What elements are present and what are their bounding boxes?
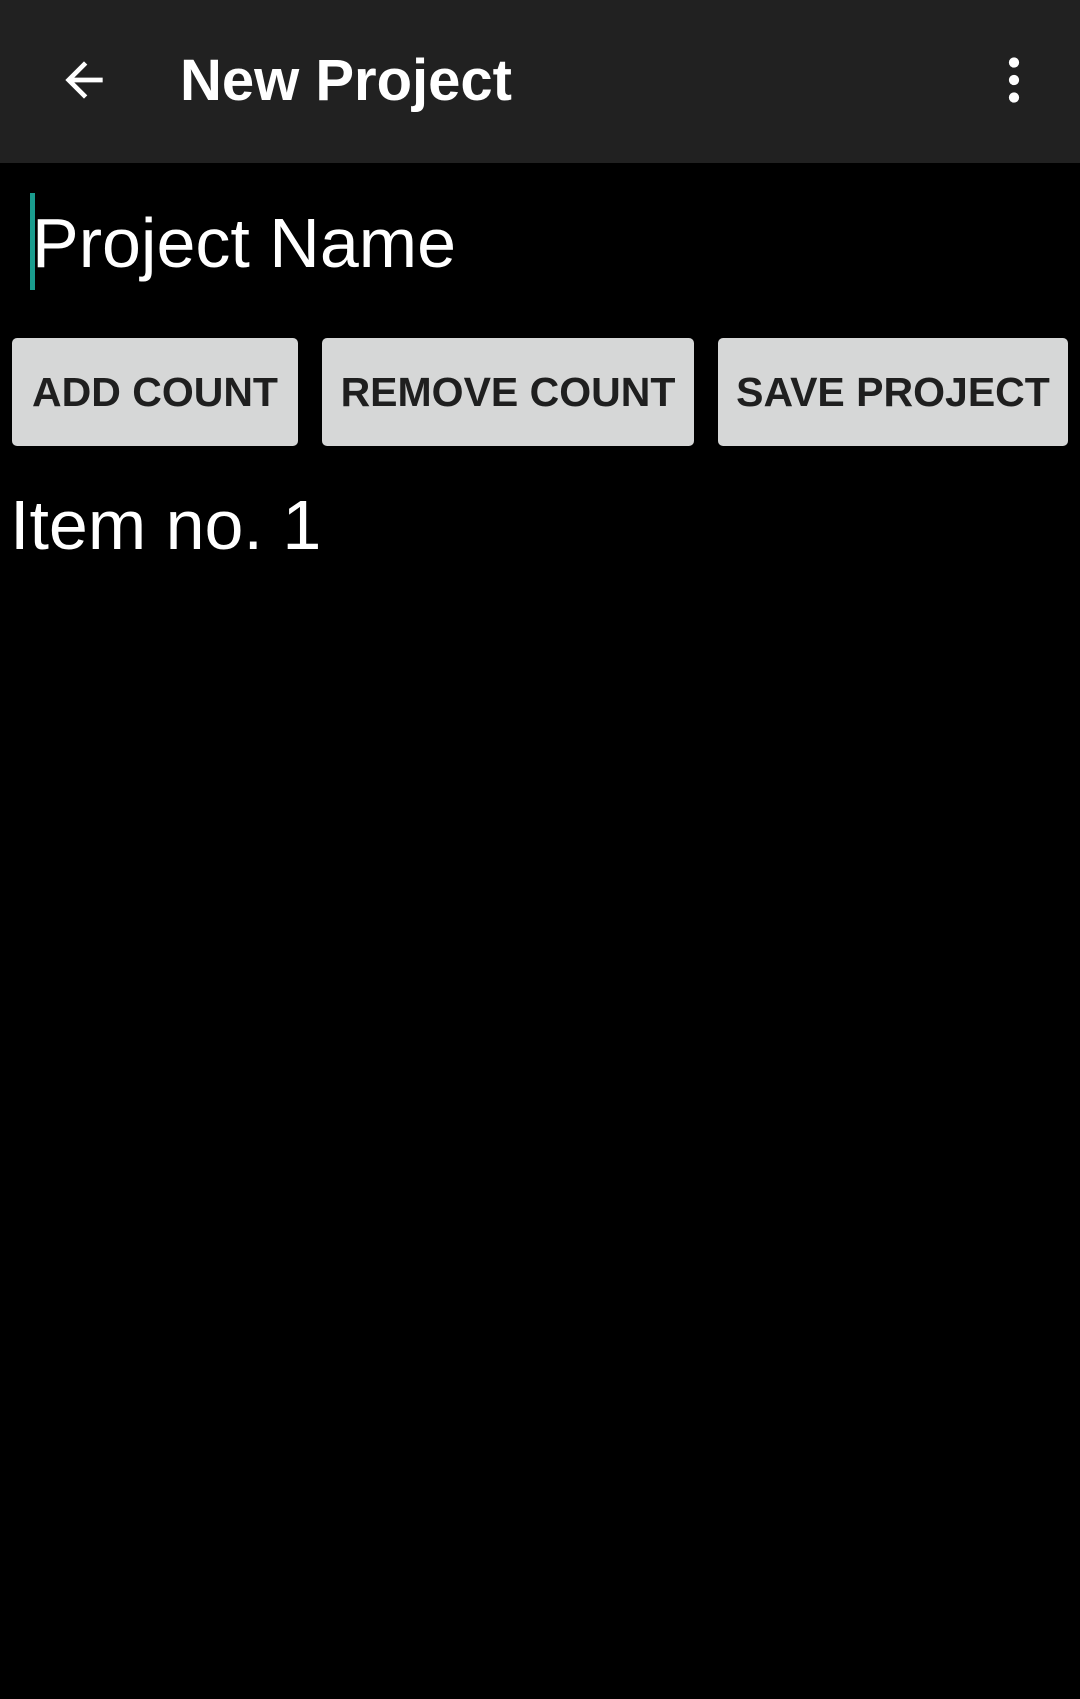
overflow-menu-button[interactable]	[974, 40, 1054, 120]
save-project-button[interactable]: SAVE PROJECT	[718, 338, 1068, 446]
project-name-placeholder: Project Name	[32, 204, 457, 282]
page-title: New Project	[180, 48, 512, 113]
app-bar: New Project	[0, 0, 1080, 163]
list-item: Item no. 1	[10, 486, 322, 564]
back-button[interactable]	[44, 40, 124, 120]
add-count-button[interactable]: ADD COUNT	[12, 338, 298, 446]
arrow-left-icon	[65, 61, 103, 99]
more-vert-icon	[1008, 57, 1020, 103]
new-project-screen: New Project Project Name ADD COUNT REMOV…	[0, 0, 1080, 1699]
remove-count-button[interactable]: REMOVE COUNT	[322, 338, 694, 446]
project-name-input[interactable]: Project Name	[28, 190, 1052, 294]
